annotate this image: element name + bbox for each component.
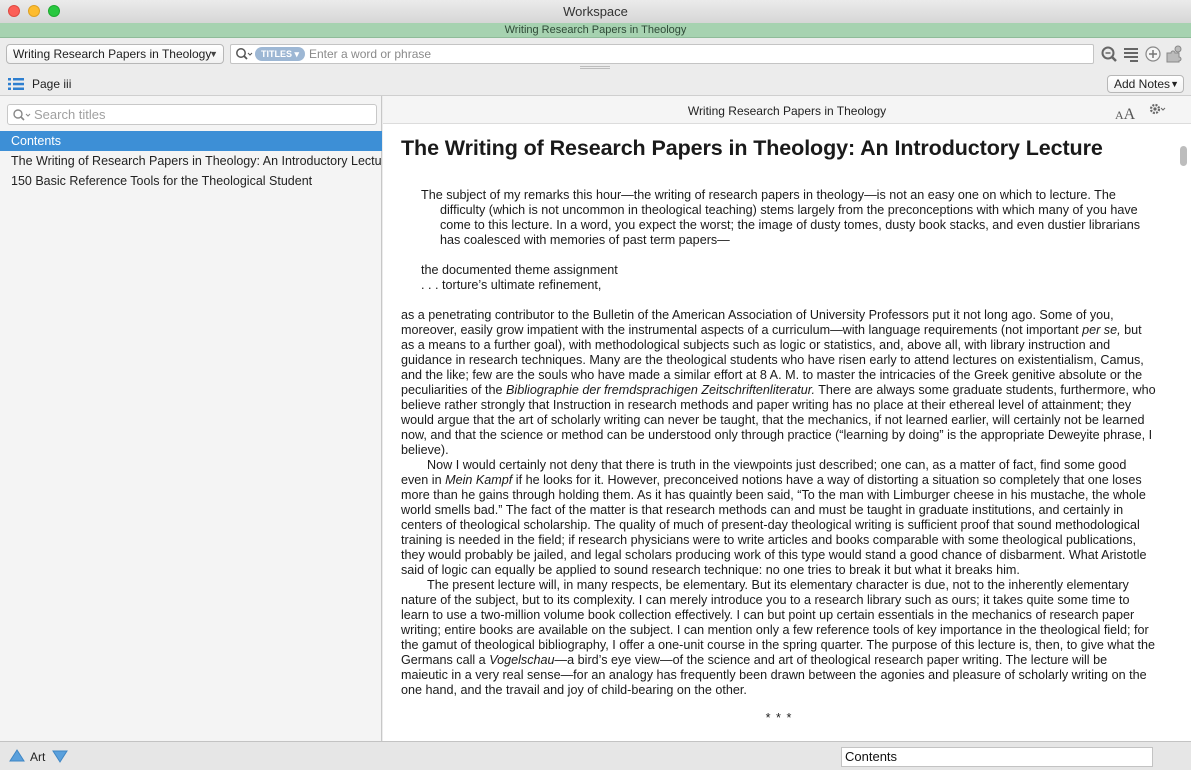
add-notes-button[interactable]: Add Notes ▼: [1107, 75, 1184, 93]
sidebar-item-contents[interactable]: Contents: [0, 131, 382, 151]
verse-line: . . . torture’s ultimate refinement,: [421, 278, 602, 292]
title-search-input[interactable]: [34, 106, 364, 123]
dropdown-arrow-icon: ▼: [209, 49, 218, 59]
search-icon[interactable]: [235, 47, 253, 61]
italic-text: Bibliographie der fremdsprachigen Zeitsc…: [506, 383, 815, 397]
window-titlebar: Workspace: [0, 0, 1191, 23]
footer-bar: Art Contents: [0, 741, 1191, 770]
document-heading: The Writing of Research Papers in Theolo…: [401, 136, 1103, 160]
next-arrow-icon[interactable]: [52, 750, 68, 763]
body-paragraph: as a penetrating contributor to the Bull…: [401, 308, 1157, 458]
puzzle-icon[interactable]: [1165, 45, 1183, 63]
opening-paragraph: The subject of my remarks this hour—the …: [421, 188, 1140, 247]
content-pane: Writing Research Papers in Theology AA T…: [383, 96, 1191, 741]
italic-text: per se,: [1082, 323, 1121, 337]
window-title: Workspace: [563, 4, 628, 19]
art-label: Art: [30, 750, 46, 764]
verse-quote: the documented theme assignment . . . to…: [401, 263, 1157, 293]
close-window-button[interactable]: [8, 5, 20, 17]
previous-arrow-icon[interactable]: [9, 749, 25, 762]
search-bar[interactable]: TITLES ▾: [230, 44, 1094, 64]
text-run: if he looks for it. However, preconceive…: [401, 473, 1147, 577]
resource-select-label: Writing Research Papers in Theology: [13, 47, 212, 61]
zoom-window-button[interactable]: [48, 5, 60, 17]
document-body: The Writing of Research Papers in Theolo…: [401, 124, 1157, 726]
sidebar-item-reference-tools[interactable]: 150 Basic Reference Tools for the Theolo…: [0, 171, 382, 191]
page-label: Page iii: [32, 77, 72, 91]
italic-text: Mein Kampf: [445, 473, 513, 487]
minimize-window-button[interactable]: [28, 5, 40, 17]
toolbar-splitter-handle[interactable]: [580, 66, 610, 69]
search-magnifier-icon[interactable]: [1100, 45, 1118, 63]
sidebar-item-introductory-lecture[interactable]: The Writing of Research Papers in Theolo…: [0, 151, 382, 171]
table-of-contents-icon[interactable]: [8, 77, 24, 91]
navigation-bar: Page iii Add Notes ▼: [0, 72, 1191, 96]
search-scope-pill[interactable]: TITLES ▾: [255, 47, 306, 61]
text-run: as a penetrating contributor to the Bull…: [401, 308, 1114, 337]
toolbar: Writing Research Papers in Theology ▼ TI…: [0, 38, 1191, 72]
verse-line: the documented theme assignment: [421, 263, 618, 277]
body-paragraph: The present lecture will, in many respec…: [401, 578, 1157, 698]
search-input[interactable]: [309, 46, 1009, 62]
scrollbar-thumb[interactable]: [1180, 146, 1187, 166]
list-view-icon[interactable]: [1122, 45, 1140, 63]
gear-icon[interactable]: [1148, 101, 1166, 117]
content-title: Writing Research Papers in Theology: [687, 104, 887, 118]
section-separator: * * *: [765, 711, 793, 725]
body-paragraph: Now I would certainly not deny that ther…: [401, 458, 1157, 578]
title-search-box[interactable]: [7, 104, 377, 125]
content-header: Writing Research Papers in Theology AA: [383, 96, 1191, 124]
search-scope-label: TITLES: [261, 49, 292, 59]
dropdown-arrow-icon: ▼: [1170, 79, 1179, 89]
resource-banner: Writing Research Papers in Theology: [0, 23, 1191, 38]
italic-text: Vogelschau: [489, 653, 555, 667]
location-field[interactable]: Contents: [841, 747, 1153, 767]
resource-select[interactable]: Writing Research Papers in Theology ▼: [6, 44, 224, 64]
sidebar: Contents The Writing of Research Papers …: [0, 96, 382, 741]
add-icon[interactable]: [1144, 45, 1162, 63]
add-notes-label: Add Notes: [1114, 77, 1171, 91]
search-icon: [13, 109, 31, 121]
